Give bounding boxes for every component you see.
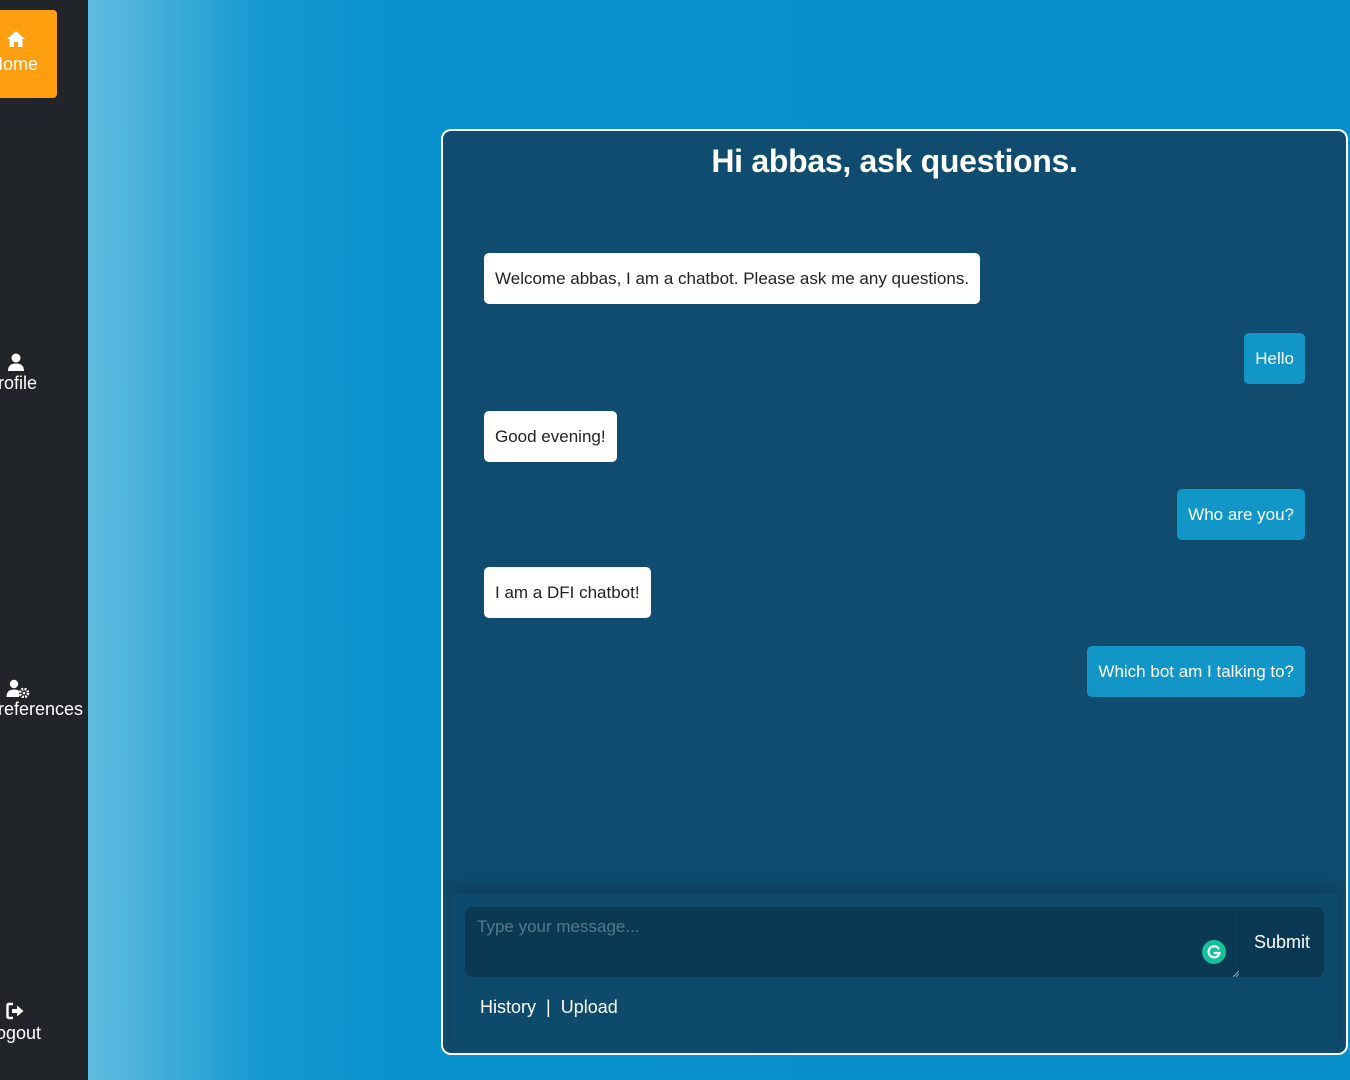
bot-message: I am a DFI chatbot! bbox=[484, 567, 651, 618]
link-separator: | bbox=[546, 997, 551, 1017]
sidebar-item-profile[interactable]: Profile bbox=[0, 352, 88, 394]
submit-button[interactable]: Submit bbox=[1239, 907, 1324, 977]
message-input[interactable] bbox=[465, 907, 1239, 977]
user-message: Which bot am I talking to? bbox=[1087, 646, 1305, 697]
grammarly-icon[interactable] bbox=[1202, 940, 1226, 964]
chat-panel: Hi abbas, ask questions. Welcome abbas, … bbox=[441, 129, 1348, 1055]
bot-message: Good evening! bbox=[484, 411, 617, 462]
upload-link[interactable]: Upload bbox=[561, 997, 618, 1018]
user-gear-icon bbox=[0, 678, 32, 698]
sidebar-item-label: Logout bbox=[0, 1023, 42, 1043]
chat-title: Hi abbas, ask questions. bbox=[711, 143, 1078, 179]
sidebar-item-logout[interactable]: Logout bbox=[0, 1002, 88, 1044]
sidebar: Home Profile Preferences bbox=[0, 0, 88, 1080]
sidebar-item-preferences[interactable]: Preferences bbox=[0, 678, 88, 720]
sign-out-icon bbox=[0, 1002, 32, 1022]
user-icon bbox=[0, 352, 32, 372]
home-icon bbox=[0, 30, 32, 50]
sidebar-item-home[interactable]: Home bbox=[0, 10, 57, 98]
user-message: Who are you? bbox=[1177, 489, 1305, 540]
chat-links: History | Upload bbox=[480, 997, 618, 1018]
sidebar-item-label: Home bbox=[0, 54, 39, 74]
sidebar-item-label: Profile bbox=[0, 373, 38, 393]
bot-message: Welcome abbas, I am a chatbot. Please as… bbox=[484, 253, 981, 304]
message-input-group: Submit bbox=[465, 907, 1324, 977]
user-message: Hello bbox=[1244, 333, 1305, 384]
history-link[interactable]: History bbox=[480, 997, 536, 1018]
sidebar-item-label: Preferences bbox=[0, 699, 84, 719]
